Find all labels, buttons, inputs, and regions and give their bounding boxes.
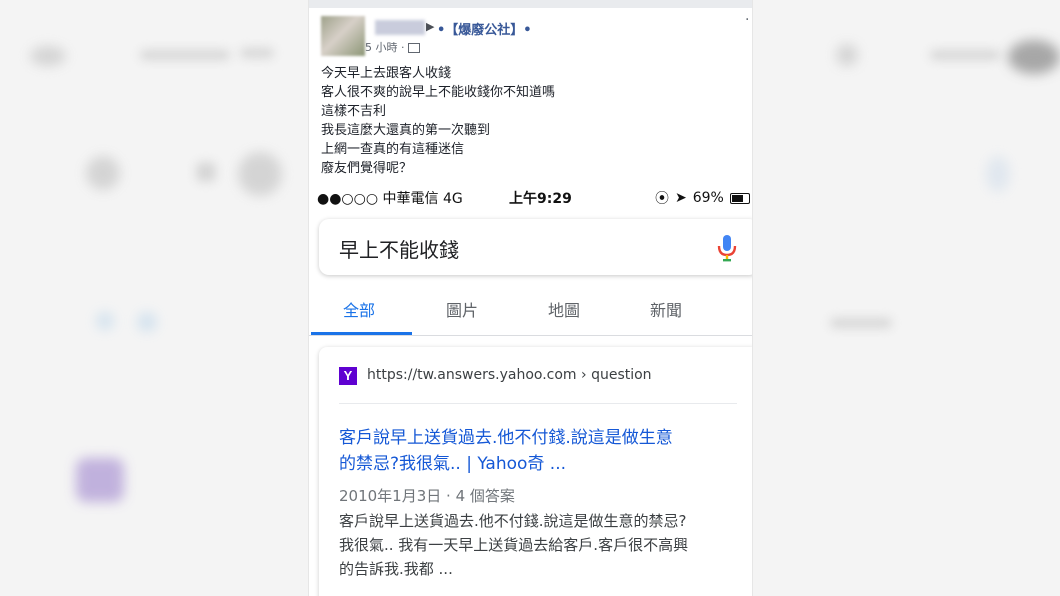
tabs-divider [309,335,752,336]
avatar[interactable] [321,16,365,56]
share-arrow-icon: ▶ [426,20,435,33]
embedded-phone-screenshot: ●●○○○ 中華電信 4G 上午9:29 ⦿ ➤ 69% 早上不能收錢 全部 圖… [309,185,752,596]
yahoo-favicon-icon: Y [339,367,357,385]
post-timestamp[interactable]: 5 小時 · [365,39,420,55]
post-line: 上網一查真的有這種迷信 [321,142,465,157]
snippet-line: 的告訴我.我都 ... [339,560,453,578]
result-title-line: 客戶說早上送貨過去.他不付錢.說這是做生意 [339,428,673,448]
result-snippet: 客戶說早上送貨過去.他不付錢.說這是做生意的禁忌? 我很氣.. 我有一天早上送貨… [339,509,688,581]
card-divider [339,403,737,404]
post-time-text: 5 小時 · [365,41,408,54]
post-line: 客人很不爽的說早上不能收錢你不知道嗎 [321,85,556,100]
post-line: 我長這麼大還真的第一次聽到 [321,123,491,138]
tab-all[interactable]: 全部 [343,297,375,321]
post-body: 今天早上去跟客人收錢 客人很不爽的說早上不能收錢你不知道嗎 這樣不吉利 我長這麼… [321,64,555,178]
status-time: 上午9:29 [509,191,572,207]
author-name-blurred[interactable] [375,20,425,35]
group-name-link[interactable]: •【爆廢公社】• [437,19,532,38]
status-bar: ●●○○○ 中華電信 4G 上午9:29 ⦿ ➤ 69% [309,185,752,209]
result-title-line: 的禁忌?我很氣.. | Yahoo奇 ... [339,454,567,474]
tab-news[interactable]: 新聞 [650,297,682,321]
snippet-line: 客戶說早上送貨過去.他不付錢.說這是做生意的禁忌? [339,512,687,530]
microphone-icon[interactable] [713,233,741,263]
post-line: 今天早上去跟客人收錢 [321,66,452,81]
post-top-divider [309,0,752,8]
result-date: 2010年1月3日 · 4 個答案 [339,487,515,505]
snippet-line: 我很氣.. 我有一天早上送貨過去給客戶.客戶很不高興 [339,536,689,554]
post-line: 這樣不吉利 [321,104,387,119]
result-title-link[interactable]: 客戶說早上送貨過去.他不付錢.說這是做生意 的禁忌?我很氣.. | Yahoo奇… [339,425,739,477]
tab-maps[interactable]: 地圖 [548,297,580,321]
google-search-box[interactable]: 早上不能收錢 [319,219,752,275]
search-result-card[interactable]: Y https://tw.answers.yahoo.com › questio… [319,347,752,596]
battery-icon [729,192,750,204]
facebook-post: ▶ •【爆廢公社】• · 5 小時 · 今天早上去跟客人收錢 客人很不爽的說早上… [309,0,752,596]
result-url[interactable]: https://tw.answers.yahoo.com › question [367,367,652,383]
more-options-icon[interactable]: · [745,12,749,28]
search-query: 早上不能收錢 [339,238,459,262]
rotation-lock-icon: ⦿ [655,191,669,207]
search-tabs: 全部 圖片 地圖 新聞 [309,297,752,335]
tab-images[interactable]: 圖片 [446,297,478,321]
status-right: ⦿ ➤ 69% [655,188,750,208]
post-line: 廢友們覺得呢？ [321,161,413,176]
location-arrow-icon: ➤ [675,190,687,206]
battery-percent: 69% [692,190,724,206]
carrier-signal: ●●○○○ 中華電信 4G [317,191,463,207]
audience-icon [408,43,420,53]
